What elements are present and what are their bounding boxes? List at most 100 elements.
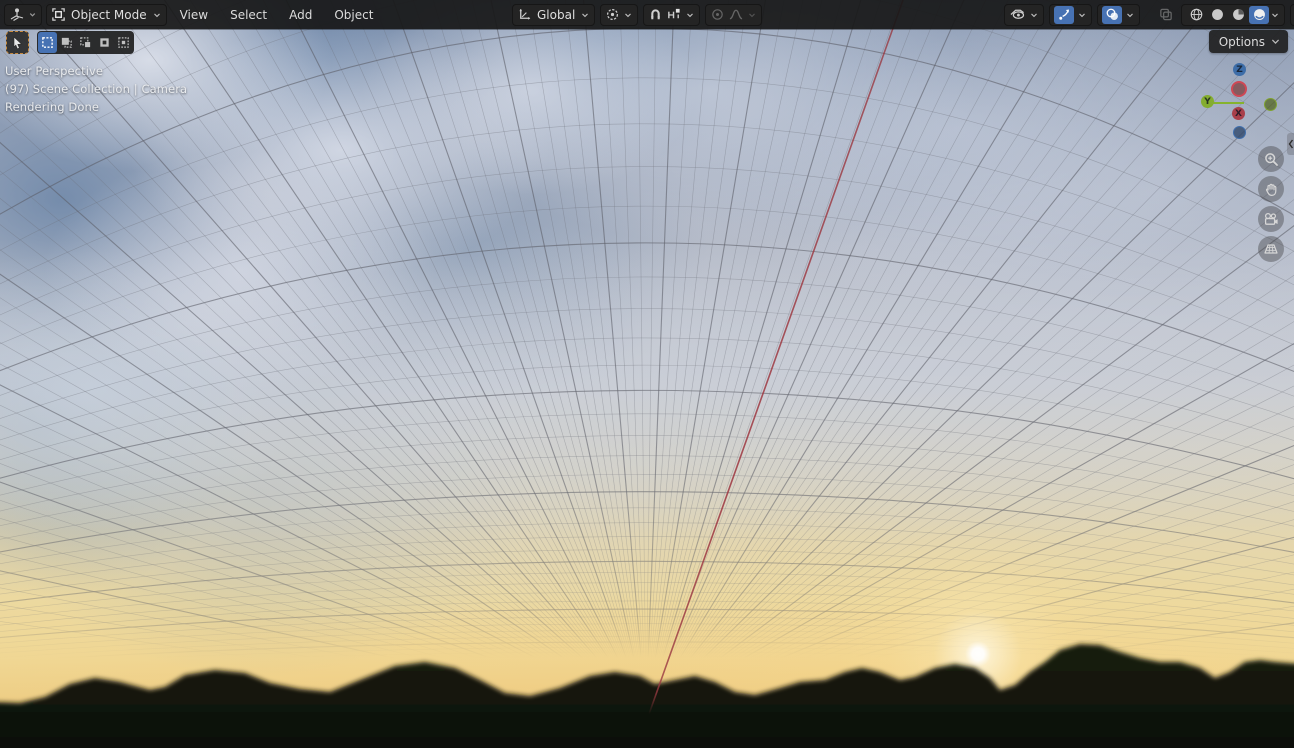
menu-select[interactable]: Select (221, 0, 276, 29)
gizmo-axis-z-positive[interactable]: Z (1233, 63, 1246, 76)
pause-render-button[interactable] (1290, 4, 1294, 26)
orientation-label: Global (535, 8, 577, 22)
tool-settings-row (6, 31, 134, 54)
menu-view-label: View (180, 8, 208, 22)
render-status-label: Rendering Done (5, 98, 187, 116)
gizmo-axis-x-negative[interactable] (1231, 81, 1247, 97)
mode-label: Object Mode (69, 8, 149, 22)
magnifier-plus-icon (1264, 152, 1279, 167)
gizmo-arrow-icon (1057, 7, 1072, 22)
options-button[interactable]: Options (1209, 30, 1288, 53)
magnet-icon (648, 7, 663, 22)
chevron-down-icon (1029, 10, 1039, 20)
xray-toggle[interactable] (1156, 6, 1176, 24)
orientation-axes-icon (517, 7, 532, 22)
gizmo-axis-y-negative[interactable] (1264, 98, 1277, 111)
chevron-down-icon (1270, 10, 1280, 20)
gizmo-axis-z-negative[interactable] (1233, 126, 1246, 139)
header-left: Object Mode View Select Add Object (4, 0, 382, 29)
navigation-gizmo[interactable]: Z Y X (1195, 60, 1290, 150)
chevron-left-icon (1288, 139, 1294, 149)
transform-orientation-dropdown[interactable]: Global (512, 4, 595, 26)
axis-y-label: Y (1204, 97, 1211, 107)
select-mode-intersect[interactable] (114, 32, 133, 53)
proportional-editing-controls[interactable] (705, 4, 762, 26)
shading-rendered-icon (1252, 7, 1267, 22)
select-set-icon (41, 36, 54, 49)
x-axis-line (0, 0, 1294, 748)
overlays-toggle-state (1102, 6, 1122, 24)
select-invert-icon (98, 36, 111, 49)
y-axis-stem (1212, 102, 1244, 104)
select-mode-set[interactable] (38, 32, 57, 53)
menu-object[interactable]: Object (325, 0, 382, 29)
axis-z-label: Z (1236, 65, 1243, 75)
blender-window: User Perspective (97) Scene Collection |… (0, 0, 1294, 748)
shading-solid-icon (1210, 7, 1225, 22)
editor-type-button[interactable] (4, 4, 42, 26)
menu-object-label: Object (334, 8, 373, 22)
shading-material-icon (1231, 7, 1246, 22)
shading-solid-button[interactable] (1207, 6, 1227, 24)
sidebar-toggle-tab[interactable] (1287, 133, 1294, 155)
menu-view[interactable]: View (171, 0, 217, 29)
view-perspective-label: User Perspective (5, 62, 187, 80)
select-mode-invert[interactable] (95, 32, 114, 53)
zoom-button[interactable] (1258, 146, 1284, 172)
camera-icon (1263, 212, 1279, 227)
show-overlays-toggle[interactable] (1097, 4, 1140, 26)
options-label: Options (1219, 35, 1265, 49)
object-mode-icon (51, 7, 66, 22)
object-visibility-eye-icon (1009, 7, 1026, 22)
gizmo-axis-x-positive[interactable]: X (1232, 107, 1245, 120)
xray-squares-icon (1158, 7, 1174, 22)
shading-material-button[interactable] (1228, 6, 1248, 24)
falloff-curve-icon (728, 7, 744, 22)
viewport-header: Object Mode View Select Add Object Globa… (0, 0, 1294, 29)
menu-select-label: Select (230, 8, 267, 22)
scene-collection-label: (97) Scene Collection | Camera (5, 80, 187, 98)
chevron-down-icon (685, 10, 695, 20)
chevron-down-icon (580, 10, 590, 20)
viewport-overlay-text: User Perspective (97) Scene Collection |… (5, 62, 187, 116)
pivot-point-dropdown[interactable] (600, 4, 638, 26)
gizmo-axis-y-positive[interactable]: Y (1201, 95, 1214, 108)
chevron-down-icon (1125, 10, 1135, 20)
select-cursor-icon (11, 36, 24, 50)
axis-x-label: X (1235, 109, 1242, 119)
shading-mode-group (1181, 4, 1285, 26)
select-intersect-icon (117, 36, 130, 49)
viewport-nav-buttons (1258, 146, 1284, 262)
chevron-down-icon (1077, 10, 1087, 20)
shading-wireframe-icon (1189, 7, 1204, 22)
3d-viewport-editor-icon (9, 7, 25, 22)
pan-button[interactable] (1258, 176, 1284, 202)
proportional-circle-icon (710, 7, 725, 22)
chevron-down-icon (747, 10, 757, 20)
gizmo-toggle-state (1054, 6, 1074, 24)
menu-add[interactable]: Add (280, 0, 321, 29)
mode-selector-dropdown[interactable]: Object Mode (46, 4, 167, 26)
object-visibility-dropdown[interactable] (1004, 4, 1044, 26)
select-mode-subtract[interactable] (76, 32, 95, 53)
camera-view-button[interactable] (1258, 206, 1284, 232)
show-gizmo-toggle[interactable] (1049, 4, 1092, 26)
chevron-down-icon (152, 10, 162, 20)
toggle-perspective-button[interactable] (1258, 236, 1284, 262)
perspective-grid-icon (1263, 242, 1279, 256)
header-right (1004, 0, 1294, 29)
select-mode-group (37, 31, 134, 54)
menu-add-label: Add (289, 8, 312, 22)
chevron-down-icon (28, 10, 37, 19)
snap-increment-icon (666, 7, 682, 22)
chevron-down-icon (623, 10, 633, 20)
shading-wireframe-button[interactable] (1186, 6, 1206, 24)
shading-rendered-button[interactable] (1249, 6, 1269, 24)
overlays-circles-icon (1105, 7, 1120, 22)
hand-icon (1264, 182, 1279, 197)
pivot-point-icon (605, 7, 620, 22)
select-extend-icon (60, 36, 73, 49)
active-tool-button[interactable] (6, 31, 29, 54)
select-mode-extend[interactable] (57, 32, 76, 53)
snapping-controls[interactable] (643, 4, 700, 26)
